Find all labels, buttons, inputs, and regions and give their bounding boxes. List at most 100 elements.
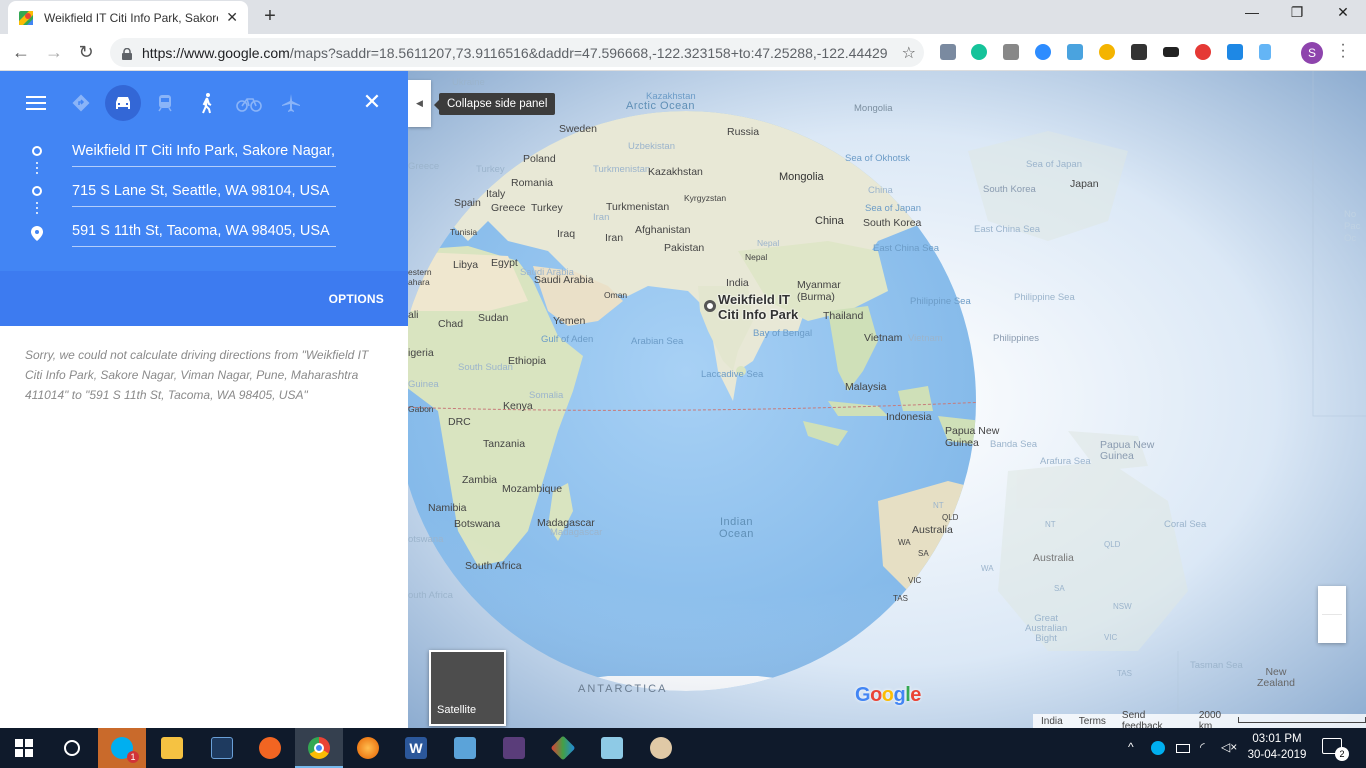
- extension-icon-9[interactable]: [1195, 44, 1211, 60]
- chrome-icon-center: [314, 743, 324, 753]
- taskbar-file-explorer[interactable]: [148, 728, 196, 768]
- minimize-button[interactable]: —: [1229, 4, 1275, 20]
- browser-tab[interactable]: Weikfield IT Citi Info Park, Sakore ✕: [8, 1, 248, 34]
- taskbar-app-4[interactable]: [198, 728, 246, 768]
- extension-icon-11[interactable]: [1259, 44, 1271, 60]
- zoom-out-button[interactable]: [1318, 615, 1346, 643]
- search-button[interactable]: [48, 728, 96, 768]
- map-label: Japan: [1070, 178, 1099, 190]
- collapse-panel-tooltip: Collapse side panel: [433, 93, 556, 115]
- volume-icon[interactable]: ◁×: [1221, 740, 1237, 754]
- terms-link[interactable]: Terms: [1071, 716, 1114, 727]
- extension-icon-6[interactable]: [1099, 44, 1115, 60]
- map-footer: India Terms Send feedback 2000 km: [1033, 710, 1366, 728]
- keyboard-extension-icon[interactable]: [1163, 47, 1179, 57]
- map-label: NT: [1045, 520, 1056, 529]
- map-label: China: [815, 215, 844, 227]
- grammarly-icon[interactable]: [971, 44, 987, 60]
- origin-input[interactable]: Weikfield IT Citi Info Park, Sakore Naga…: [72, 141, 336, 167]
- taskbar-app-9[interactable]: [441, 728, 489, 768]
- back-arrow-icon[interactable]: ←: [9, 41, 33, 65]
- taskbar-app-12[interactable]: [588, 728, 636, 768]
- map-label: Nepal: [757, 238, 780, 248]
- close-directions-icon[interactable]: ✕: [360, 91, 384, 115]
- tab-close-icon[interactable]: ✕: [226, 9, 238, 26]
- reload-icon[interactable]: ↻: [74, 41, 98, 65]
- tray-expand-icon[interactable]: ^: [1128, 740, 1134, 754]
- bookmark-star-icon[interactable]: ☆: [902, 43, 916, 63]
- wifi-icon[interactable]: ◜: [1200, 740, 1205, 754]
- map-label: Laccadive Sea: [701, 369, 764, 380]
- send-feedback-link[interactable]: Send feedback: [1114, 710, 1191, 728]
- tray-skype-icon[interactable]: [1151, 741, 1165, 755]
- cycling-mode-icon[interactable]: [231, 85, 267, 121]
- taskbar-skype[interactable]: 1: [98, 728, 146, 768]
- close-window-button[interactable]: ✕: [1320, 4, 1366, 21]
- zoom-in-button[interactable]: [1318, 586, 1346, 614]
- map-label: China: [868, 185, 893, 196]
- collapse-panel-button[interactable]: ◀: [408, 80, 431, 127]
- map-label: Arafura Sea: [1040, 456, 1091, 467]
- route-connector: [36, 162, 38, 177]
- map-canvas[interactable]: Ukraine Kazakhstan Arctic Ocean Mongolia…: [408, 71, 1366, 728]
- flight-mode-icon[interactable]: [273, 85, 309, 121]
- waypoint-dot-icon: [32, 186, 42, 196]
- extension-icon-1[interactable]: [940, 44, 956, 60]
- scale-bar: [1237, 717, 1366, 723]
- location-label-line: Weikfield IT: [718, 292, 790, 307]
- url-host: https://www.google.com: [142, 44, 290, 61]
- start-button[interactable]: [0, 728, 48, 768]
- map-label: Chad: [438, 318, 464, 330]
- taskbar-paint[interactable]: [637, 728, 685, 768]
- map-label: Philippine Sea: [910, 296, 971, 307]
- browser-toolbar: ← → ↻ https://www.google.com/maps?saddr=…: [0, 34, 1366, 71]
- map-label: Coral Sea: [1164, 519, 1207, 530]
- driving-mode-icon[interactable]: [105, 85, 141, 121]
- notification-count: 2: [1335, 747, 1349, 761]
- system-clock[interactable]: 03:01 PM 30-04-2019: [1238, 731, 1316, 763]
- new-tab-button[interactable]: +: [258, 5, 282, 28]
- location-marker[interactable]: [704, 300, 716, 312]
- extension-icon-10[interactable]: [1227, 44, 1243, 60]
- waypoint-input[interactable]: 715 S Lane St, Seattle, WA 98104, USA: [72, 181, 336, 207]
- maximize-button[interactable]: ❐: [1274, 4, 1320, 21]
- zoom-extension-icon[interactable]: [1035, 44, 1051, 60]
- taskbar-app-11[interactable]: [539, 728, 587, 768]
- map-label: Banda Sea: [990, 439, 1038, 450]
- map-label: New Zealand: [1257, 666, 1295, 689]
- best-route-mode-icon[interactable]: [63, 85, 99, 121]
- map-label: Iran: [605, 232, 624, 244]
- map-label: Egypt: [491, 257, 518, 269]
- paint-icon: [650, 737, 672, 759]
- options-button[interactable]: OPTIONS: [329, 292, 384, 306]
- destination-input[interactable]: 591 S 11th St, Tacoma, WA 98405, USA: [72, 221, 336, 247]
- extension-icon-x[interactable]: [1131, 44, 1147, 60]
- taskbar-firefox[interactable]: [344, 728, 392, 768]
- camera-icon[interactable]: [1003, 44, 1019, 60]
- map-label: Great Australian Bight: [1025, 613, 1068, 644]
- map-label: Mongolia: [854, 103, 893, 114]
- scale-label[interactable]: 2000 km: [1191, 710, 1236, 728]
- extension-icon-5[interactable]: [1067, 44, 1083, 60]
- satellite-toggle[interactable]: Satellite: [429, 650, 506, 726]
- map-label: DRC: [448, 416, 471, 428]
- map-label: Ukraine: [452, 77, 485, 88]
- browser-menu-icon[interactable]: · · ·: [1336, 37, 1350, 65]
- battery-icon[interactable]: [1176, 744, 1190, 753]
- walking-mode-icon[interactable]: [189, 85, 225, 121]
- map-label: Saudi Arabia: [534, 274, 594, 286]
- map-label: NSW: [1113, 602, 1132, 611]
- taskbar-app-10[interactable]: [490, 728, 538, 768]
- taskbar-word[interactable]: W: [392, 728, 440, 768]
- transit-mode-icon[interactable]: [147, 85, 183, 121]
- region-link[interactable]: India: [1033, 716, 1071, 727]
- profile-avatar[interactable]: S: [1301, 42, 1323, 64]
- location-marker-label[interactable]: Weikfield IT Citi Info Park: [718, 292, 798, 322]
- taskbar-app-5[interactable]: [246, 728, 294, 768]
- action-center-icon[interactable]: 2: [1322, 738, 1349, 761]
- map-label: Papua New Guinea: [1100, 439, 1155, 462]
- address-bar[interactable]: https://www.google.com/maps?saddr=18.561…: [110, 38, 924, 67]
- origin-dot-icon: [32, 146, 42, 156]
- forward-arrow-icon[interactable]: →: [42, 41, 66, 65]
- taskbar-chrome[interactable]: [295, 728, 343, 768]
